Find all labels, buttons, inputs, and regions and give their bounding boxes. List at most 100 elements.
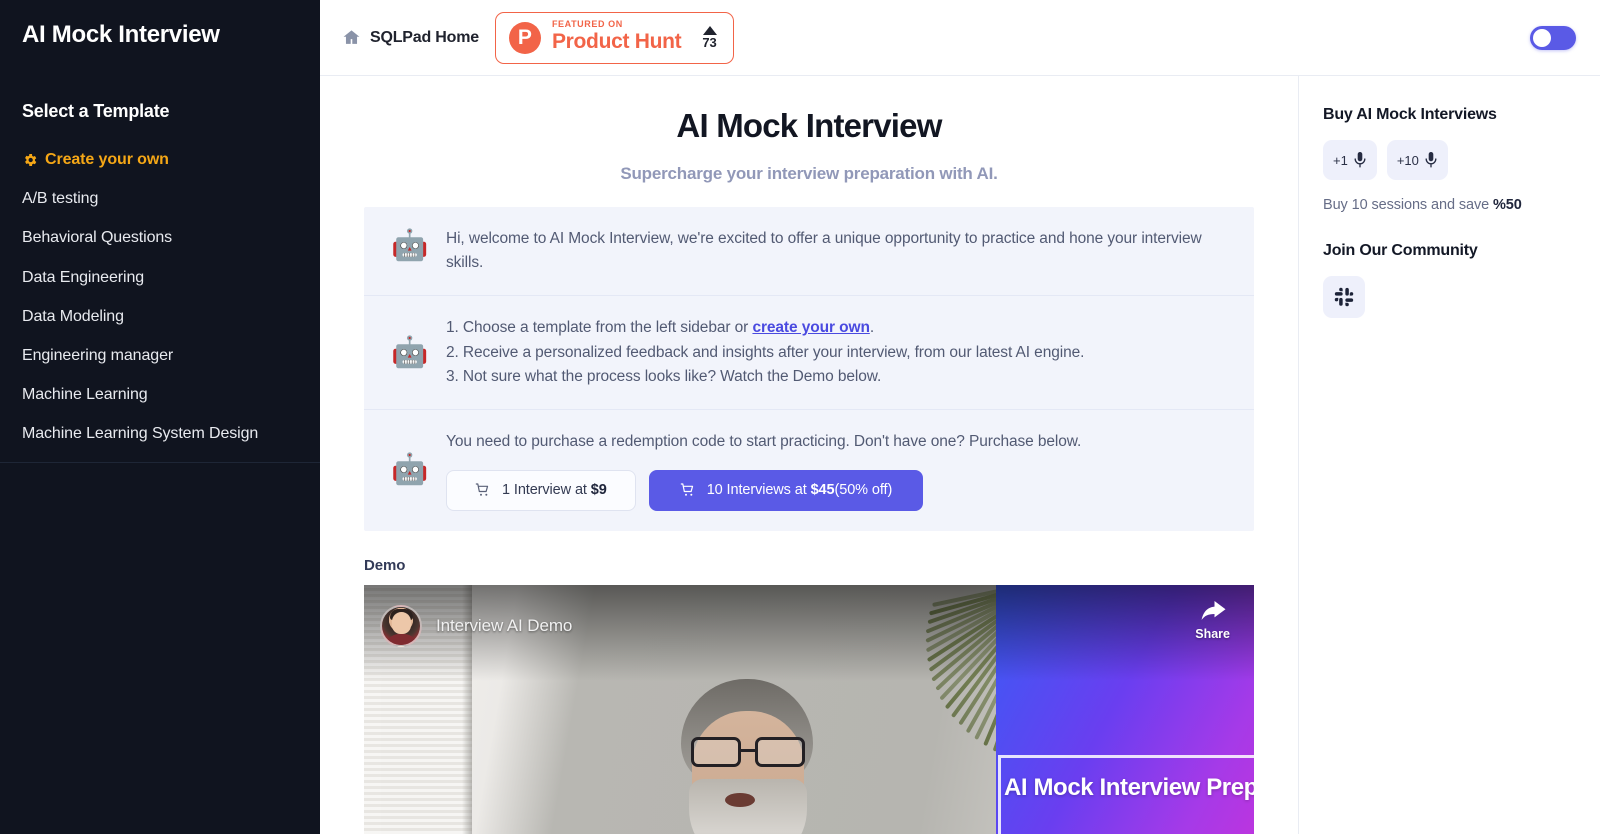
avatar-body [385,633,418,645]
upvote-arrow-icon [702,26,717,35]
avatar-face [392,611,411,634]
buy-ten-discount: (50% off) [834,482,893,498]
template-list: Create your own A/B testing Behavioral Q… [0,140,320,454]
chat-message-body: You need to purchase a redemption code t… [446,430,1230,511]
buy-one-interview-label: 1 Interview at $9 [502,482,607,498]
buy-ten-sessions-button[interactable]: +10 [1386,140,1448,180]
video-title: Interview AI Demo [436,615,573,635]
product-hunt-votes: 73 [702,26,717,50]
product-hunt-vote-count: 73 [702,35,717,50]
sidebar-divider [0,462,320,463]
sidebar-item-machine-learning[interactable]: Machine Learning [0,375,320,414]
cart-icon [475,482,491,498]
sidebar-item-label: Machine Learning System Design [22,425,259,443]
sidebar-item-label: Behavioral Questions [22,229,173,247]
slack-button[interactable] [1323,276,1365,318]
chat-message-body: 1. Choose a template from the left sideb… [446,316,1230,389]
video-person [629,675,929,834]
robot-icon: 🤖 [391,229,429,262]
robot-icon: 🤖 [391,453,429,487]
sidebar-item-machine-learning-system-design[interactable]: Machine Learning System Design [0,414,320,453]
theme-toggle-wrap [1530,25,1576,50]
page-subtitle: Supercharge your interview preparation w… [620,164,998,183]
sidebar-item-data-modeling[interactable]: Data Modeling [0,297,320,336]
buy-one-session-label: +1 [1333,152,1348,168]
sidebar-item-behavioral-questions[interactable]: Behavioral Questions [0,218,320,257]
theme-toggle-knob [1533,28,1551,47]
sidebar-section-title: Select a Template [22,101,170,121]
chat-message-text: Hi, welcome to AI Mock Interview, we're … [446,230,1202,272]
product-hunt-text: FEATURED ON Product Hunt [551,20,682,54]
buy-one-interview-button[interactable]: 1 Interview at $9 [446,469,636,511]
buy-one-label-text: 1 Interview at [502,482,591,498]
create-your-own-link[interactable]: create your own [752,319,869,336]
chat-message: 🤖 1. Choose a template from the left sid… [364,296,1254,411]
home-icon [342,28,361,47]
topbar: SQLPad Home P FEATURED ON Product Hunt 7… [320,0,1600,76]
gear-icon [22,152,38,168]
product-hunt-name: Product Hunt [551,30,682,54]
instruction-line-3: 3. Not sure what the process looks like?… [446,368,882,385]
right-panel: Buy AI Mock Interviews +1 +10 Buy 10 ses… [1298,76,1600,834]
sidebar-item-engineering-manager[interactable]: Engineering manager [0,336,320,375]
instruction-suffix: . [869,319,875,337]
product-hunt-logo-icon: P [508,21,541,54]
buy-ten-label-text: 10 Interviews at [706,482,811,498]
person-beard [689,778,807,834]
instruction-line-1: 1. Choose a template from the left sideb… [446,316,1230,340]
sidebar-item-create-your-own[interactable]: Create your own [0,140,320,179]
sidebar-item-label: Machine Learning [22,386,148,404]
sidebar-item-label: Engineering manager [22,346,174,364]
sidebar-item-label: A/B testing [22,190,99,208]
cart-icon [680,482,696,498]
sidebar: AI Mock Interview Select a Template Crea… [0,0,320,834]
theme-toggle[interactable] [1530,25,1576,50]
buy-section-title: Buy AI Mock Interviews [1323,106,1497,123]
glasses-lens-right [755,736,805,767]
instruction-prefix: 1. Choose a template from the left sideb… [446,319,753,337]
microphone-icon [1353,152,1367,168]
purchase-prompt-text: You need to purchase a redemption code t… [446,433,1082,451]
video-share-button[interactable]: Share [1195,600,1230,641]
sidebar-item-label: Data Engineering [22,268,145,286]
glasses-lens-left [691,736,741,767]
sidebar-item-label: Data Modeling [22,307,124,325]
sqlpad-home-label: SQLPad Home [370,28,479,46]
chat-messages: 🤖 Hi, welcome to AI Mock Interview, we'r… [364,207,1254,531]
page-title: AI Mock Interview [676,107,942,144]
buy-one-price: $9 [590,482,607,498]
channel-avatar [380,604,422,647]
chat-message-body: Hi, welcome to AI Mock Interview, we're … [446,227,1230,275]
sidebar-item-data-engineering[interactable]: Data Engineering [0,258,320,297]
chat-message: 🤖 You need to purchase a redemption code… [364,410,1254,531]
buy-ten-interviews-button[interactable]: 10 Interviews at $45(50% off) [648,469,924,511]
video-share-label: Share [1195,626,1230,641]
buy-ten-price: $45 [810,482,835,498]
video-title-row[interactable]: Interview AI Demo [380,604,573,647]
glasses-bridge [741,748,755,752]
save-note-percent: %50 [1493,197,1522,213]
demo-video-player[interactable]: AI Mock Interview Preparation for Job Se… [364,584,1254,834]
slack-icon [1334,287,1354,307]
buy-ten-interviews-label: 10 Interviews at $45(50% off) [706,482,893,498]
robot-icon: 🤖 [391,335,429,369]
sidebar-item-ab-testing[interactable]: A/B testing [0,179,320,218]
community-section-title: Join Our Community [1323,242,1478,259]
content-area: SQLPad Home P FEATURED ON Product Hunt 7… [320,0,1600,834]
save-note-text: Buy 10 sessions and save [1323,197,1493,213]
product-hunt-badge[interactable]: P FEATURED ON Product Hunt 73 [494,11,734,64]
main-column: AI Mock Interview Supercharge your inter… [320,76,1298,834]
app-title: AI Mock Interview [22,21,220,48]
video-slide-text: AI Mock Interview Preparation for Job Se… [1004,773,1254,801]
share-icon [1200,600,1226,623]
instruction-line-2: 2. Receive a personalized feedback and i… [446,343,1085,361]
save-note: Buy 10 sessions and save %50 [1323,197,1576,213]
sidebar-item-label: Create your own [45,151,169,168]
demo-section-label: Demo [364,556,406,574]
buy-one-session-button[interactable]: +1 [1323,140,1377,180]
person-mouth [725,792,755,807]
purchase-button-row: 1 Interview at $9 10 Interviews at $45(5… [446,469,1230,511]
below-topbar: AI Mock Interview Supercharge your inter… [320,76,1600,834]
chat-message: 🤖 Hi, welcome to AI Mock Interview, we'r… [364,207,1254,297]
sqlpad-home-link[interactable]: SQLPad Home [342,28,479,47]
